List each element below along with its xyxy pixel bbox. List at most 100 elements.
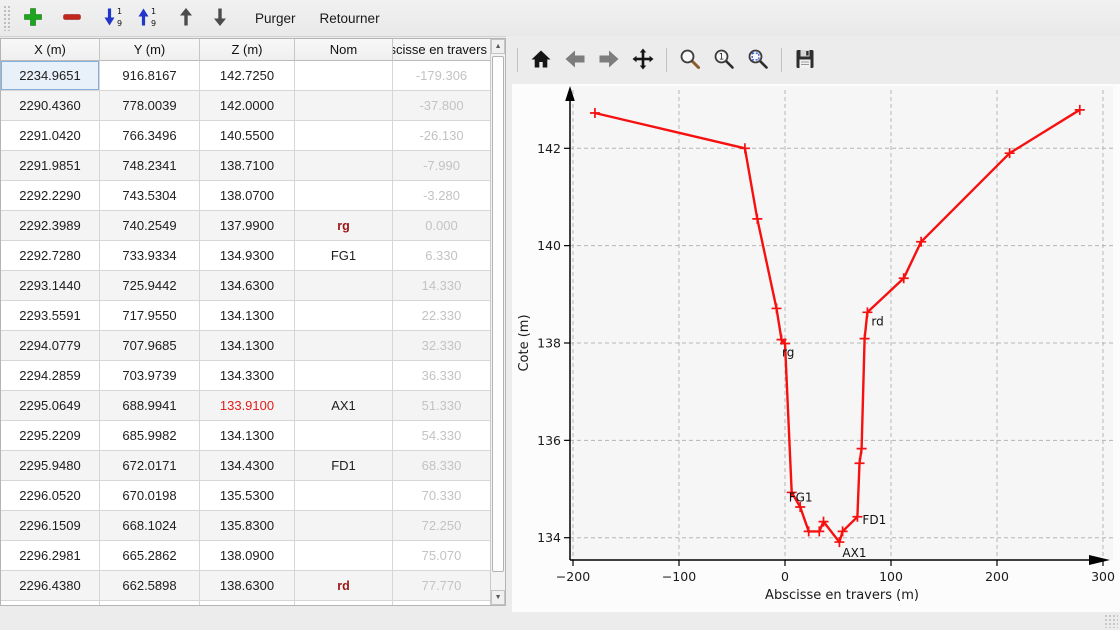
back-button[interactable] [560, 44, 590, 76]
table-cell[interactable]: 2293.1440 [1, 271, 100, 301]
table-cell[interactable]: 688.9941 [100, 391, 200, 421]
table-cell[interactable]: 134.3300 [200, 361, 295, 391]
table-cell[interactable]: FG1 [295, 241, 393, 271]
remove-row-button[interactable] [56, 3, 88, 33]
table-cell[interactable] [393, 601, 490, 605]
zoom-one-button[interactable]: 1 [709, 44, 739, 76]
table-cell[interactable] [295, 361, 393, 391]
table-cell[interactable] [295, 331, 393, 361]
table-cell[interactable] [200, 601, 295, 605]
table-cell[interactable]: 54.330 [393, 421, 490, 451]
table-cell[interactable]: 2292.7280 [1, 241, 100, 271]
table-cell[interactable] [295, 271, 393, 301]
table-cell[interactable]: 2296.4380 [1, 571, 100, 601]
table-cell[interactable]: 32.330 [393, 331, 490, 361]
table-cell[interactable]: 740.2549 [100, 211, 200, 241]
scroll-down-arrow[interactable]: ▼ [491, 590, 505, 605]
table-cell[interactable]: 51.330 [393, 391, 490, 421]
sort-ascending-button[interactable]: 1 9 [131, 3, 163, 33]
table-cell[interactable]: 743.5304 [100, 181, 200, 211]
table-cell[interactable]: -3.280 [393, 181, 490, 211]
table-cell[interactable]: -179.306 [393, 61, 490, 91]
table-cell[interactable]: 2296.2981 [1, 541, 100, 571]
table-cell[interactable]: 68.330 [393, 451, 490, 481]
table-cell[interactable]: 134.9300 [200, 241, 295, 271]
table-cell[interactable]: 2295.2209 [1, 421, 100, 451]
table-cell[interactable]: 668.1024 [100, 511, 200, 541]
table-cell[interactable]: 670.0198 [100, 481, 200, 511]
table-cell[interactable] [295, 91, 393, 121]
pan-button[interactable] [628, 44, 658, 76]
table-cell[interactable]: 0.000 [393, 211, 490, 241]
table-cell[interactable]: 2290.4360 [1, 91, 100, 121]
table-cell[interactable] [295, 121, 393, 151]
table-cell[interactable]: 2295.0649 [1, 391, 100, 421]
table-cell[interactable]: 778.0039 [100, 91, 200, 121]
purge-button[interactable]: Purger [243, 3, 308, 33]
table-cell[interactable]: -7.990 [393, 151, 490, 181]
table-cell[interactable]: 2291.9851 [1, 151, 100, 181]
table-cell[interactable]: 703.9739 [100, 361, 200, 391]
table-cell[interactable]: 733.9334 [100, 241, 200, 271]
table-cell[interactable]: 748.2341 [100, 151, 200, 181]
table-cell[interactable]: 134.1300 [200, 331, 295, 361]
table-cell[interactable]: 2295.9480 [1, 451, 100, 481]
table-cell[interactable]: AX1 [295, 391, 393, 421]
table-scrollbar[interactable]: ▲ ▼ [490, 39, 505, 605]
table-cell[interactable]: 685.9982 [100, 421, 200, 451]
table-cell[interactable] [295, 481, 393, 511]
zoom-rect-button[interactable] [675, 44, 705, 76]
table-cell[interactable] [295, 61, 393, 91]
scroll-up-arrow[interactable]: ▲ [491, 39, 505, 54]
table-cell[interactable]: 2294.2859 [1, 361, 100, 391]
table-cell[interactable]: 665.2862 [100, 541, 200, 571]
table-cell[interactable]: 134.4300 [200, 451, 295, 481]
return-button[interactable]: Retourner [308, 3, 392, 33]
table-cell[interactable]: 14.330 [393, 271, 490, 301]
move-down-button[interactable] [204, 3, 236, 33]
table-cell[interactable]: rg [295, 211, 393, 241]
table-cell[interactable] [295, 181, 393, 211]
table-cell[interactable]: 140.5500 [200, 121, 295, 151]
table-cell[interactable]: 717.9550 [100, 301, 200, 331]
table-cell[interactable]: 662.5898 [100, 571, 200, 601]
table-cell[interactable]: 142.7250 [200, 61, 295, 91]
table-cell[interactable]: 137.9900 [200, 211, 295, 241]
home-button[interactable] [526, 44, 556, 76]
table-cell[interactable]: 2234.9651 [1, 61, 100, 91]
table-cell[interactable]: 22.330 [393, 301, 490, 331]
table-cell[interactable] [100, 601, 200, 605]
table-cell[interactable] [295, 421, 393, 451]
table-cell[interactable]: 135.5300 [200, 481, 295, 511]
zoom-fit-button[interactable] [743, 44, 773, 76]
column-header-abscisse[interactable]: Abscisse en travers [393, 39, 490, 61]
table-cell[interactable] [295, 151, 393, 181]
table-cell[interactable] [1, 601, 100, 605]
sort-descending-button[interactable]: 1 9 [97, 3, 129, 33]
table-cell[interactable] [295, 511, 393, 541]
table-cell[interactable]: 2294.0779 [1, 331, 100, 361]
column-header-z[interactable]: Z (m) [200, 39, 295, 61]
table-cell[interactable]: 138.6300 [200, 571, 295, 601]
column-header-nom[interactable]: Nom [295, 39, 393, 61]
table-cell[interactable]: 707.9685 [100, 331, 200, 361]
table-cell[interactable]: 2291.0420 [1, 121, 100, 151]
table-cell[interactable]: 134.1300 [200, 421, 295, 451]
table-cell[interactable]: rd [295, 571, 393, 601]
move-up-button[interactable] [170, 3, 202, 33]
table-cell[interactable]: 138.0700 [200, 181, 295, 211]
table-cell[interactable]: 77.770 [393, 571, 490, 601]
table-cell[interactable]: 2293.5591 [1, 301, 100, 331]
table-cell[interactable]: 36.330 [393, 361, 490, 391]
forward-button[interactable] [594, 44, 624, 76]
table-cell[interactable]: 2292.2290 [1, 181, 100, 211]
table-cell[interactable]: 134.1300 [200, 301, 295, 331]
table-cell[interactable]: -26.130 [393, 121, 490, 151]
table-cell[interactable]: -37.800 [393, 91, 490, 121]
table-cell[interactable]: 2296.1509 [1, 511, 100, 541]
table-cell[interactable]: 72.250 [393, 511, 490, 541]
table-cell[interactable]: 672.0171 [100, 451, 200, 481]
table-cell[interactable] [295, 301, 393, 331]
save-button[interactable] [790, 44, 820, 76]
table-cell[interactable]: 135.8300 [200, 511, 295, 541]
